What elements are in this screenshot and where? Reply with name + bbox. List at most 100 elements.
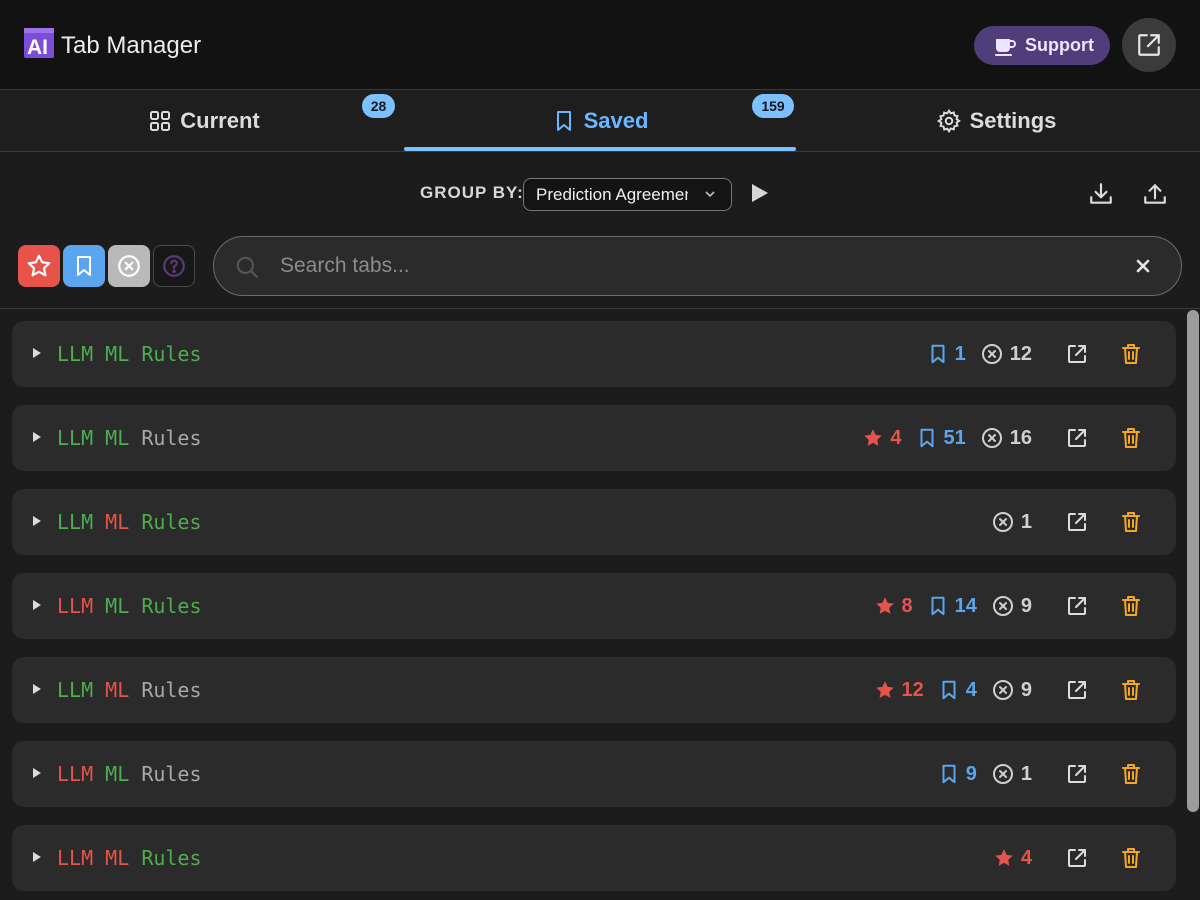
group-title: LLM ML Rules [57, 761, 202, 787]
group-title: LLM ML Rules [57, 593, 202, 619]
rejected-stat-count: 9 [1020, 678, 1032, 701]
star-icon [875, 597, 894, 614]
open-external-icon [1138, 34, 1160, 56]
open-group-button[interactable] [1065, 678, 1089, 707]
group-title-word: Rules [141, 846, 202, 870]
group-title-word: LLM [57, 846, 94, 870]
trash-icon [1122, 596, 1140, 616]
filter-rejected-button[interactable] [108, 245, 150, 287]
group-title-word: ML [105, 594, 130, 618]
open-external-icon [1068, 765, 1086, 783]
download-icon[interactable] [1088, 181, 1114, 207]
filter-unknown-button[interactable] [153, 245, 195, 287]
starred-stat: 4 [862, 427, 902, 450]
bookmarked-stat: 4 [938, 678, 977, 702]
group-row[interactable]: LLM ML Rules 8 14 9 [12, 573, 1176, 639]
question-icon [163, 255, 185, 277]
delete-group-button[interactable] [1119, 509, 1143, 540]
group-row[interactable]: LLM ML Rules 1 [12, 489, 1176, 555]
tab-current[interactable]: Current [8, 91, 400, 151]
delete-group-button[interactable] [1119, 425, 1143, 456]
starred-stat-count: 8 [901, 594, 913, 617]
open-group-button[interactable] [1065, 342, 1089, 371]
group-title-word: Rules [141, 426, 202, 450]
expand-arrow-icon[interactable] [33, 432, 41, 442]
bookmarked-stat-count: 14 [954, 594, 977, 617]
expand-arrow-icon[interactable] [33, 684, 41, 694]
svg-text:AI: AI [27, 36, 48, 58]
rejected-stat: 16 [980, 426, 1032, 450]
search-input[interactable] [280, 249, 1100, 283]
bookmarked-stat-count: 1 [954, 342, 966, 365]
group-by-label: GROUP BY: [420, 183, 524, 202]
tab-current-label: Current [180, 108, 260, 133]
group-title-word: LLM [57, 342, 94, 366]
expand-arrow-icon[interactable] [33, 852, 41, 862]
open-group-button[interactable] [1065, 846, 1089, 875]
rejected-stat: 1 [991, 510, 1032, 534]
saved-count-badge: 159 [752, 94, 794, 118]
support-button[interactable]: Support [974, 26, 1110, 65]
bookmarked-stat-count: 4 [965, 678, 977, 701]
group-title-word: Rules [141, 762, 202, 786]
filter-bookmarked-button[interactable] [63, 245, 105, 287]
group-row[interactable]: LLM ML Rules 9 1 [12, 741, 1176, 807]
group-row[interactable]: LLM ML Rules 12 4 9 [12, 657, 1176, 723]
scrollbar-thumb[interactable] [1187, 310, 1199, 812]
active-tab-indicator [404, 147, 796, 151]
group-stats: 12 4 9 [874, 675, 1032, 705]
delete-group-button[interactable] [1119, 677, 1143, 708]
delete-group-button[interactable] [1119, 593, 1143, 624]
bookmark-icon [931, 344, 945, 364]
group-row[interactable]: LLM ML Rules 4 [12, 825, 1176, 891]
bookmark-icon [919, 428, 934, 448]
expand-arrow-icon[interactable] [33, 768, 41, 778]
search-box [213, 236, 1182, 296]
expand-arrow-icon[interactable] [33, 516, 41, 526]
group-row[interactable]: LLM ML Rules 4 51 16 [12, 405, 1176, 471]
rejected-stat-count: 16 [1009, 426, 1032, 449]
tab-settings[interactable]: Settings [800, 91, 1192, 151]
group-title-word: LLM [57, 510, 94, 534]
delete-group-button[interactable] [1119, 341, 1143, 372]
bookmark-icon [556, 111, 571, 131]
trash-icon [1122, 344, 1140, 364]
bookmarked-stat-count: 9 [965, 762, 977, 785]
group-stats: 4 [993, 843, 1032, 873]
group-title-word: ML [105, 678, 130, 702]
gear-icon [936, 108, 961, 134]
open-external-button[interactable] [1122, 18, 1176, 72]
open-group-button[interactable] [1065, 426, 1089, 455]
grid-icon [150, 111, 171, 131]
support-label: Support [1025, 35, 1094, 55]
tab-saved[interactable]: Saved [404, 91, 796, 151]
group-stats: 1 12 [927, 339, 1032, 369]
open-group-button[interactable] [1065, 594, 1089, 623]
group-title-word: Rules [141, 510, 202, 534]
circle-x-icon [981, 428, 1002, 448]
circle-x-icon [992, 596, 1013, 616]
group-title-word: LLM [57, 594, 94, 618]
ai-logo-icon: AI [24, 28, 54, 58]
expand-arrow-icon[interactable] [33, 348, 41, 358]
group-row[interactable]: LLM ML Rules 1 12 [12, 321, 1176, 387]
group-title-word: LLM [57, 426, 94, 450]
open-external-icon [1068, 597, 1086, 615]
open-group-button[interactable] [1065, 510, 1089, 539]
expand-arrow-icon[interactable] [33, 600, 41, 610]
filter-starred-button[interactable] [18, 245, 60, 287]
delete-group-button[interactable] [1119, 761, 1143, 792]
coffee-cup-icon [995, 38, 1016, 56]
play-icon[interactable] [750, 182, 770, 204]
group-by-select[interactable]: Prediction Agreement [523, 178, 732, 211]
group-stats: 4 51 16 [862, 423, 1032, 453]
delete-group-button[interactable] [1119, 845, 1143, 876]
open-group-button[interactable] [1065, 762, 1089, 791]
bookmark-icon [942, 680, 956, 700]
trash-icon [1122, 848, 1140, 868]
bookmark-icon [77, 256, 91, 276]
group-title-word: Rules [141, 342, 202, 366]
rejected-stat-count: 12 [1009, 342, 1032, 365]
upload-icon[interactable] [1142, 181, 1168, 207]
close-icon[interactable] [1134, 257, 1152, 275]
